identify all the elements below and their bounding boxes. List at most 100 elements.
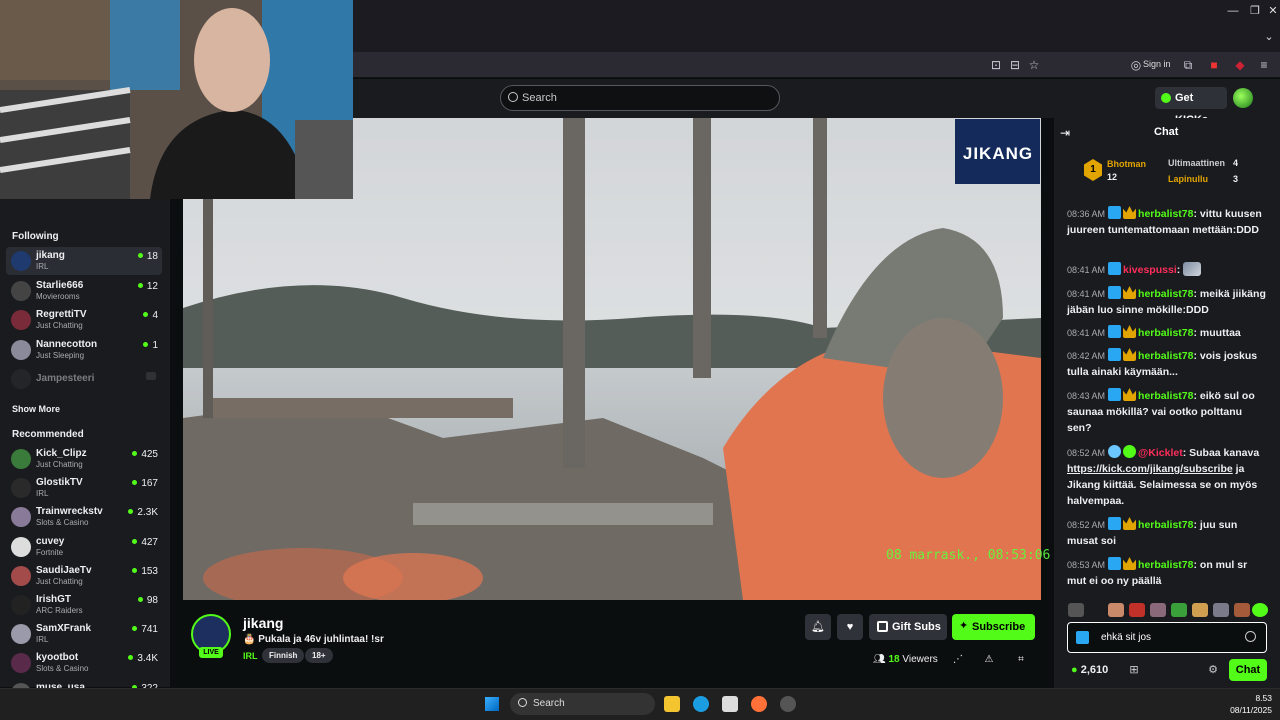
message-username[interactable]: herbalist78 xyxy=(1138,208,1193,220)
tag-finnish[interactable]: Finnish xyxy=(262,648,305,663)
addon-icon[interactable]: ■ xyxy=(1206,57,1222,73)
message-username[interactable]: herbalist78 xyxy=(1138,327,1193,339)
sidebar-item-saudijaetv[interactable]: SaudiJaeTv Just Chatting 153 xyxy=(6,562,162,590)
close-icon[interactable]: ✕ xyxy=(1262,4,1280,18)
message-username[interactable]: herbalist78 xyxy=(1138,519,1193,531)
message-username[interactable]: @Kicklet xyxy=(1138,447,1183,459)
emote-7[interactable] xyxy=(1234,603,1250,617)
sidebar-item-irishgt[interactable]: IrishGT ARC Raiders 98 xyxy=(6,591,162,619)
screenshot-icon[interactable]: ⊡ xyxy=(988,57,1004,73)
sidebar-item-samxfrank[interactable]: SamXFrank IRL 741 xyxy=(6,620,162,648)
clip-icon[interactable]: ⌗ xyxy=(1015,654,1027,666)
sidebar-item-kyootbot[interactable]: kyootbot Slots & Casino 3.4K xyxy=(6,649,162,677)
message-link[interactable]: https://kick.com/jikang/subscribe xyxy=(1067,463,1233,475)
leaderboard-second-name[interactable]: Ultimaattinen xyxy=(1168,158,1225,168)
user-avatar[interactable] xyxy=(1233,88,1253,108)
tag-18plus[interactable]: 18+ xyxy=(305,648,333,663)
sidebar-item-label: IrishGT xyxy=(36,594,72,605)
gold-badge-icon[interactable] xyxy=(1123,325,1137,338)
live-badge: LIVE xyxy=(199,647,223,658)
blue-badge-icon[interactable] xyxy=(1108,286,1122,299)
system-clock[interactable]: 8.53 08/11/2025 xyxy=(1222,692,1272,716)
collapse-chat-icon[interactable]: ⇥ xyxy=(1060,126,1070,140)
signin-button[interactable]: Sign in xyxy=(1143,59,1171,69)
settings-icon[interactable]: ⚙ xyxy=(1207,663,1219,676)
blue-badge-icon[interactable] xyxy=(1108,348,1122,361)
bot-badge-icon[interactable] xyxy=(1108,445,1122,458)
shark-emote-icon[interactable] xyxy=(1183,262,1202,276)
sidebar-item-starlie666[interactable]: Starlie666 Movierooms 12 xyxy=(6,277,162,305)
blue-badge-icon[interactable] xyxy=(1108,388,1122,401)
channel-points[interactable]: ● 2,610 xyxy=(1071,664,1108,676)
viewers-label: Viewers xyxy=(902,654,938,665)
ublock-icon[interactable]: ◆ xyxy=(1232,57,1248,73)
sidebar-item-jikang[interactable]: jikang IRL 18 xyxy=(6,247,162,275)
show-more-link[interactable]: Show More xyxy=(12,404,60,414)
shop-icon[interactable]: ⊞ xyxy=(1128,663,1140,676)
message-username[interactable]: herbalist78 xyxy=(1138,350,1193,362)
leaderboard-first-name[interactable]: Bhotman xyxy=(1107,159,1146,169)
star-icon[interactable]: ☆ xyxy=(1026,57,1042,73)
store-icon[interactable] xyxy=(722,696,738,712)
gold-badge-icon[interactable] xyxy=(1123,388,1137,401)
chat-input[interactable] xyxy=(1067,622,1267,653)
save-icon[interactable]: ⊟ xyxy=(1007,57,1023,73)
chat-message: 08:42 AM herbalist78: vois joskus tulla a… xyxy=(1067,348,1258,378)
share-icon[interactable]: ⋰ xyxy=(952,654,964,666)
message-username[interactable]: herbalist78 xyxy=(1138,390,1193,402)
emote-2[interactable] xyxy=(1129,603,1145,617)
sidebar-item-nannecotton[interactable]: Nannecotton Just Sleeping 1 xyxy=(6,336,162,364)
viewer-count-value: 425 xyxy=(141,449,158,460)
file-explorer-icon[interactable] xyxy=(664,696,680,712)
report-icon[interactable]: ⚠ xyxy=(983,654,995,666)
chat-send-button[interactable]: Chat xyxy=(1229,659,1267,681)
notification-bell-button[interactable]: 🔔︎ xyxy=(805,614,831,640)
gold-badge-icon[interactable] xyxy=(1123,348,1137,361)
blue-badge-icon[interactable] xyxy=(1108,517,1122,530)
sidebar-item-glostiktv[interactable]: GlostikTV IRL 167 xyxy=(6,474,162,502)
sidebar-item-label: cuvey xyxy=(36,535,65,547)
edge-icon[interactable] xyxy=(693,696,709,712)
sidebar-item-cuvey[interactable]: cuvey Fortnite 427 xyxy=(6,533,162,561)
emote-5[interactable] xyxy=(1192,603,1208,617)
menu-icon[interactable]: ≡ xyxy=(1256,57,1272,73)
emote-4[interactable] xyxy=(1171,603,1187,617)
leaderboard-third-name[interactable]: Lapinullu xyxy=(1168,174,1208,184)
minimize-icon[interactable]: — xyxy=(1222,4,1244,18)
stream-category[interactable]: IRL xyxy=(243,651,258,661)
ver-badge-icon[interactable] xyxy=(1123,445,1137,458)
taskbar-search[interactable] xyxy=(510,693,655,715)
emoji-icon[interactable] xyxy=(1245,631,1256,642)
gold-badge-icon[interactable] xyxy=(1123,206,1137,219)
emote-6[interactable] xyxy=(1213,603,1229,617)
message-username[interactable]: herbalist78 xyxy=(1138,559,1193,571)
sidebar-item-regrettitv[interactable]: RegrettiTV Just Chatting 4 xyxy=(6,306,162,334)
channel-name[interactable]: jikang xyxy=(243,615,283,631)
account-icon[interactable]: ◎ xyxy=(1128,57,1144,73)
sidebar-item-trainwreckstv[interactable]: Trainwreckstv Slots & Casino 2.3K xyxy=(6,503,162,531)
extensions-icon[interactable]: ⧉ xyxy=(1180,57,1196,73)
gold-badge-icon[interactable] xyxy=(1123,517,1137,530)
blue-badge-icon[interactable] xyxy=(1108,262,1122,275)
message-username[interactable]: herbalist78 xyxy=(1138,288,1193,300)
pin-emote-icon[interactable] xyxy=(1068,603,1084,617)
firefox-icon[interactable] xyxy=(751,696,767,712)
chevron-down-icon[interactable]: ⌄ xyxy=(1258,30,1280,44)
sidebar-item-kick_clipz[interactable]: Kick_Clipz Just Chatting 425 xyxy=(6,445,162,473)
points-icon: ● xyxy=(1071,664,1078,676)
blue-badge-icon[interactable] xyxy=(1108,557,1122,570)
follow-button[interactable]: ♥ xyxy=(837,614,863,640)
sidebar-item-jampesteeri[interactable]: Jampesteeri xyxy=(6,365,162,393)
blue-badge-icon[interactable] xyxy=(1108,325,1122,338)
blue-badge-icon[interactable] xyxy=(1108,206,1122,219)
windows-start-icon[interactable] xyxy=(485,697,499,711)
gold-badge-icon[interactable] xyxy=(1123,286,1137,299)
gold-badge-icon[interactable] xyxy=(1123,557,1137,570)
emote-picker-icon[interactable] xyxy=(1252,603,1268,617)
viewer-count: 98 xyxy=(137,595,158,606)
emote-3[interactable] xyxy=(1150,603,1166,617)
avatar xyxy=(11,339,31,360)
emote-1[interactable] xyxy=(1108,603,1124,617)
message-username[interactable]: kivespussi xyxy=(1123,264,1177,276)
app-icon[interactable] xyxy=(780,696,796,712)
